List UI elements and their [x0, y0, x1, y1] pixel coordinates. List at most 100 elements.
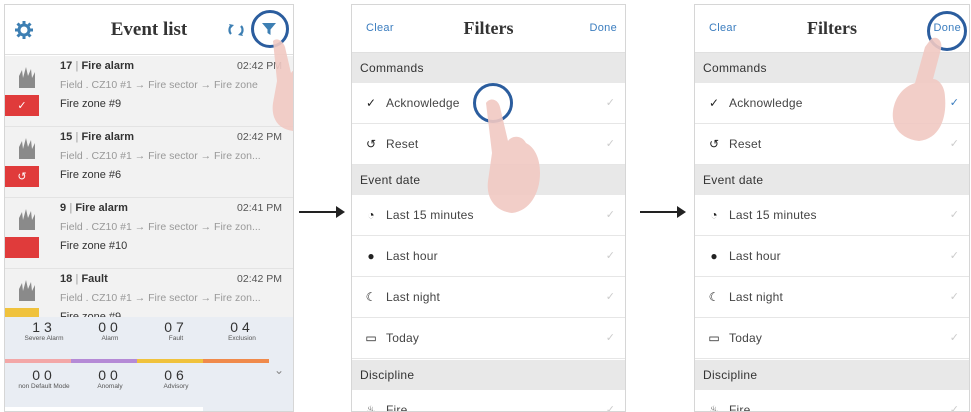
filter-row-last-night[interactable]: ☾ Last night ✓ — [352, 277, 625, 318]
check-indicator-icon: ✓ — [949, 138, 959, 150]
checkmark-icon: ✓ — [365, 96, 377, 110]
check-indicator-icon: ✓ — [949, 97, 959, 109]
check-indicator-icon: ✓ — [605, 250, 615, 262]
clock-icon: ◔ — [367, 208, 375, 222]
filters-screen: Clear Filters Done Commands ✓ Acknowledg… — [351, 4, 626, 412]
summary-count: 07 — [164, 319, 188, 335]
sync-icon[interactable] — [226, 20, 246, 40]
calendar-icon: ▭ — [708, 331, 720, 345]
summary-cell[interactable]: 07 Fault — [143, 319, 209, 342]
dot-icon: ● — [710, 249, 718, 263]
event-zone: Fire zone #6 — [60, 169, 122, 181]
event-path: Field . CZ10 #1 → Fire sector → Fire zon… — [60, 292, 261, 304]
event-state-indicator — [5, 237, 39, 258]
summary-label: Alarm — [101, 335, 119, 342]
hand-pointer-icon — [272, 39, 293, 131]
filters-header: Clear Filters Done — [352, 5, 625, 53]
filter-row-fire[interactable]: ♨ Fire ✓ — [352, 390, 625, 412]
event-time: 02:41 PM — [237, 202, 282, 214]
check-indicator-icon: ✓ — [949, 404, 959, 412]
fire-icon — [19, 138, 35, 159]
event-title: 17 | Fire alarm — [60, 60, 135, 72]
summary-color-bar — [137, 359, 203, 363]
filter-label: Acknowledge — [386, 96, 460, 110]
filter-label: Last 15 minutes — [729, 208, 817, 222]
check-indicator-icon: ✓ — [949, 250, 959, 262]
event-row[interactable]: 15 | Fire alarm 02:42 PM Field . CZ10 #1 →… — [5, 127, 293, 198]
summary-cell[interactable]: 06 Advisory — [143, 367, 209, 390]
event-path: Field . CZ10 #1 → Fire sector → Fire zon… — [60, 150, 261, 162]
summary-cell[interactable]: 00 Alarm — [77, 319, 143, 342]
flame-icon: ♨ — [365, 403, 377, 412]
filter-row-last-15-minutes[interactable]: ◔ Last 15 minutes ✓ — [695, 195, 969, 236]
filter-row-today[interactable]: ▭ Today ✓ — [352, 318, 625, 359]
event-title: 9 | Fire alarm — [60, 202, 128, 214]
filters-screen-selected: Clear Filters Done Commands ✓ Acknowledg… — [694, 4, 970, 412]
calendar-icon: ▭ — [365, 331, 377, 345]
summary-count: 13 — [32, 319, 56, 335]
filter-label: Last hour — [386, 249, 438, 263]
summary-label: Severe Alarm — [24, 335, 64, 342]
filter-row-last-night[interactable]: ☾ Last night ✓ — [695, 277, 969, 318]
filter-row-today[interactable]: ▭ Today ✓ — [695, 318, 969, 359]
filter-row-fire[interactable]: ♨ Fire ✓ — [695, 390, 969, 412]
section-discipline: Discipline — [352, 360, 625, 390]
section-discipline: Discipline — [695, 360, 969, 390]
summary-count: 00 — [98, 367, 122, 383]
filter-label: Reset — [386, 137, 419, 151]
event-row[interactable]: 17 | Fire alarm 02:42 PM Field . CZ10 #1 →… — [5, 56, 293, 127]
chevron-down-icon[interactable]: ⌄ — [274, 363, 284, 377]
section-event-date: Event date — [695, 165, 969, 195]
filter-label: Last hour — [729, 249, 781, 263]
summary-color-bar — [137, 407, 203, 411]
event-path: Field . CZ10 #1 → Fire sector → Fire zon… — [60, 79, 258, 91]
flow-arrow — [640, 206, 686, 218]
filter-label: Acknowledge — [729, 96, 803, 110]
summary-cell[interactable]: 00 non Default Mode — [11, 367, 77, 390]
event-state-indicator: ↺ — [5, 166, 39, 187]
summary-color-bar — [5, 407, 71, 411]
filter-row-last-hour[interactable]: ● Last hour ✓ — [352, 236, 625, 277]
moon-icon: ☾ — [365, 290, 377, 304]
summary-cell[interactable]: 13 Severe Alarm — [11, 319, 77, 342]
summary-label: Fault — [168, 335, 184, 342]
event-list-screen: Event list 17 | Fire alarm 02:42 PM Field … — [4, 4, 294, 412]
filter-label: Today — [386, 331, 420, 345]
event-zone: Fire zone #10 — [60, 240, 128, 252]
dot-icon: ● — [367, 249, 375, 263]
filter-label: Last night — [729, 290, 784, 304]
filter-label: Last night — [386, 290, 441, 304]
section-commands: Commands — [352, 53, 625, 83]
checkmark-icon: ✓ — [708, 96, 720, 110]
check-indicator-icon: ✓ — [605, 138, 615, 150]
event-zone: Fire zone #9 — [60, 98, 122, 110]
filter-row-last-hour[interactable]: ● Last hour ✓ — [695, 236, 969, 277]
reset-icon: ↺ — [708, 137, 720, 151]
reset-icon: ↺ — [365, 137, 377, 151]
check-indicator-icon: ✓ — [605, 291, 615, 303]
event-row[interactable]: 9 | Fire alarm 02:41 PM Field . CZ10 #1 → … — [5, 198, 293, 269]
summary-color-bar — [5, 359, 71, 363]
summary-label: Advisory — [163, 383, 189, 390]
clock-icon: ◔ — [710, 208, 718, 222]
check-indicator-icon: ✓ — [949, 332, 959, 344]
event-path: Field . CZ10 #1 → Fire sector → Fire zon… — [60, 221, 261, 233]
check-indicator-icon: ✓ — [605, 209, 615, 221]
summary-count: 06 — [164, 367, 188, 383]
done-button[interactable]: Done — [590, 22, 618, 34]
check-indicator-icon: ✓ — [949, 209, 959, 221]
summary-color-bar — [71, 407, 137, 411]
summary-count: 00 — [98, 319, 122, 335]
summary-cell[interactable]: 00 Anomaly — [77, 367, 143, 390]
event-title: 18 | Fault — [60, 273, 108, 285]
moon-icon: ☾ — [708, 290, 720, 304]
summary-count: 04 — [230, 319, 254, 335]
fire-icon — [19, 209, 35, 230]
event-summary: 13 Severe Alarm 00 Alarm 07 Fault 04 Exclusion 0… — [5, 317, 293, 411]
fire-icon — [19, 280, 35, 301]
hand-pointer-icon — [486, 99, 540, 213]
summary-cell[interactable]: 04 Exclusion — [209, 319, 275, 342]
summary-count: 00 — [32, 367, 56, 383]
page-title: Event list — [110, 19, 188, 40]
check-indicator-icon: ✓ — [605, 404, 615, 412]
